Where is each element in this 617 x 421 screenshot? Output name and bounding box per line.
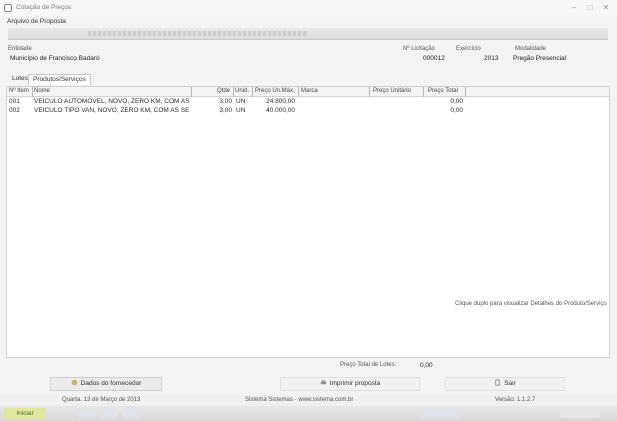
toolbar-strip bbox=[8, 28, 608, 40]
cell-preco-total: 0,00 bbox=[450, 107, 463, 114]
status-date: Quarta, 13 de Março de 2013 bbox=[62, 397, 141, 403]
total-lotes-value: 0,00 bbox=[420, 362, 433, 369]
status-version: Versão: 1.1.2.7 bbox=[495, 397, 536, 403]
col-header-preco-max[interactable]: Preço Un.Máx. bbox=[255, 88, 295, 94]
taskbar: Iniciar bbox=[0, 406, 617, 421]
exercicio-value: 2013 bbox=[484, 55, 499, 62]
column-divider[interactable] bbox=[369, 87, 370, 97]
licitacao-value: 000012 bbox=[423, 55, 445, 62]
toolbar-decoration bbox=[88, 31, 308, 36]
column-divider[interactable] bbox=[298, 87, 299, 97]
col-header-qtde[interactable]: Qtde bbox=[217, 88, 230, 94]
taskbar-item[interactable] bbox=[78, 409, 96, 418]
sair-label: Sair bbox=[504, 380, 516, 387]
cell-nome: VEÍCULO AUTOMÓVEL, NOVO, ZERO KM, COM AS bbox=[34, 98, 190, 105]
col-header-preco-total[interactable]: Preço Total bbox=[428, 88, 458, 94]
exit-icon bbox=[495, 379, 500, 386]
cell-qtde: 3,00 bbox=[219, 107, 232, 114]
taskbar-item[interactable] bbox=[122, 409, 140, 418]
taskbar-item[interactable] bbox=[100, 409, 118, 418]
printer-icon bbox=[320, 379, 326, 385]
cell-nome: VEÍCULO TIPO VAN, NOVO, ZERO KM, COM AS … bbox=[34, 107, 190, 114]
close-icon[interactable]: ✕ bbox=[600, 2, 612, 13]
status-bar: Quarta, 13 de Março de 2013 Sistema Sist… bbox=[0, 395, 617, 406]
system-tray[interactable] bbox=[560, 409, 600, 418]
entidade-value: Município de Francisco Badaró bbox=[10, 55, 100, 62]
cell-qtde: 3,00 bbox=[219, 98, 232, 105]
imprimir-proposta-label: Imprimir proposta bbox=[329, 380, 381, 387]
licitacao-label: Nº Licitação bbox=[403, 46, 435, 52]
column-divider[interactable] bbox=[423, 87, 424, 97]
dados-fornecedor-label: Dados do fornecedor bbox=[80, 380, 142, 387]
cell-preco-total: 0,00 bbox=[450, 98, 463, 105]
grid-header: Nº Item Nome Qtde Unid. Preço Un.Máx. Ma… bbox=[7, 87, 609, 97]
column-divider[interactable] bbox=[191, 87, 192, 97]
col-header-unid[interactable]: Unid. bbox=[235, 88, 249, 94]
app-icon bbox=[4, 4, 12, 12]
cell-preco-max: 24.800,00 bbox=[266, 98, 295, 105]
cell-unid: UN bbox=[236, 107, 246, 114]
modalidade-value: Pregão Presencial bbox=[513, 55, 567, 62]
supplier-icon bbox=[71, 379, 77, 386]
modalidade-label: Modalidade bbox=[515, 46, 547, 52]
proposal-header: Entidade Município de Francisco Badaró N… bbox=[8, 46, 608, 70]
table-row[interactable]: 001 VEÍCULO AUTOMÓVEL, NOVO, ZERO KM, CO… bbox=[7, 98, 609, 106]
col-header-marca[interactable]: Marca bbox=[301, 88, 318, 94]
column-divider[interactable] bbox=[252, 87, 253, 97]
menu-bar: Arquivo de Proposta bbox=[0, 16, 617, 28]
title-bar: Cotação de Preços – □ ✕ bbox=[0, 0, 617, 16]
cell-unid: UN bbox=[236, 98, 246, 105]
cell-item: 002 bbox=[9, 107, 20, 114]
col-header-preco-unit[interactable]: Preço Unitário bbox=[373, 88, 411, 94]
maximize-icon[interactable]: □ bbox=[584, 2, 596, 13]
total-lotes-label: Preço Total de Lotes: bbox=[340, 362, 397, 368]
col-header-item[interactable]: Nº Item bbox=[9, 88, 29, 94]
menu-arquivo[interactable]: Arquivo de Proposta bbox=[7, 18, 66, 25]
exercicio-label: Exercício bbox=[456, 46, 481, 52]
entidade-label: Entidade bbox=[8, 46, 32, 52]
minimize-icon[interactable]: – bbox=[568, 2, 580, 13]
dados-fornecedor-button[interactable]: Dados do fornecedor bbox=[50, 377, 162, 391]
double-click-hint: Clique duplo para visualizar Detalhes do… bbox=[455, 301, 607, 307]
table-row[interactable]: 002 VEÍCULO TIPO VAN, NOVO, ZERO KM, COM… bbox=[7, 107, 609, 115]
window-title: Cotação de Preços bbox=[16, 4, 72, 11]
sair-button[interactable]: Sair bbox=[445, 377, 565, 391]
cell-preco-max: 40.000,00 bbox=[266, 107, 295, 114]
col-header-nome[interactable]: Nome bbox=[34, 88, 50, 94]
column-divider[interactable] bbox=[465, 87, 466, 97]
imprimir-proposta-button[interactable]: Imprimir proposta bbox=[280, 377, 420, 391]
taskbar-item[interactable] bbox=[420, 409, 460, 418]
column-divider[interactable] bbox=[233, 87, 234, 97]
items-grid[interactable]: Nº Item Nome Qtde Unid. Preço Un.Máx. Ma… bbox=[6, 86, 610, 358]
column-divider[interactable] bbox=[32, 87, 33, 97]
start-button[interactable]: Iniciar bbox=[4, 408, 46, 419]
tab-produtos-servicos[interactable]: Produtos/Serviços bbox=[28, 74, 91, 85]
cell-item: 001 bbox=[9, 98, 20, 105]
status-company: Sistema Sistemas - www.sistema.com.br bbox=[245, 397, 354, 403]
